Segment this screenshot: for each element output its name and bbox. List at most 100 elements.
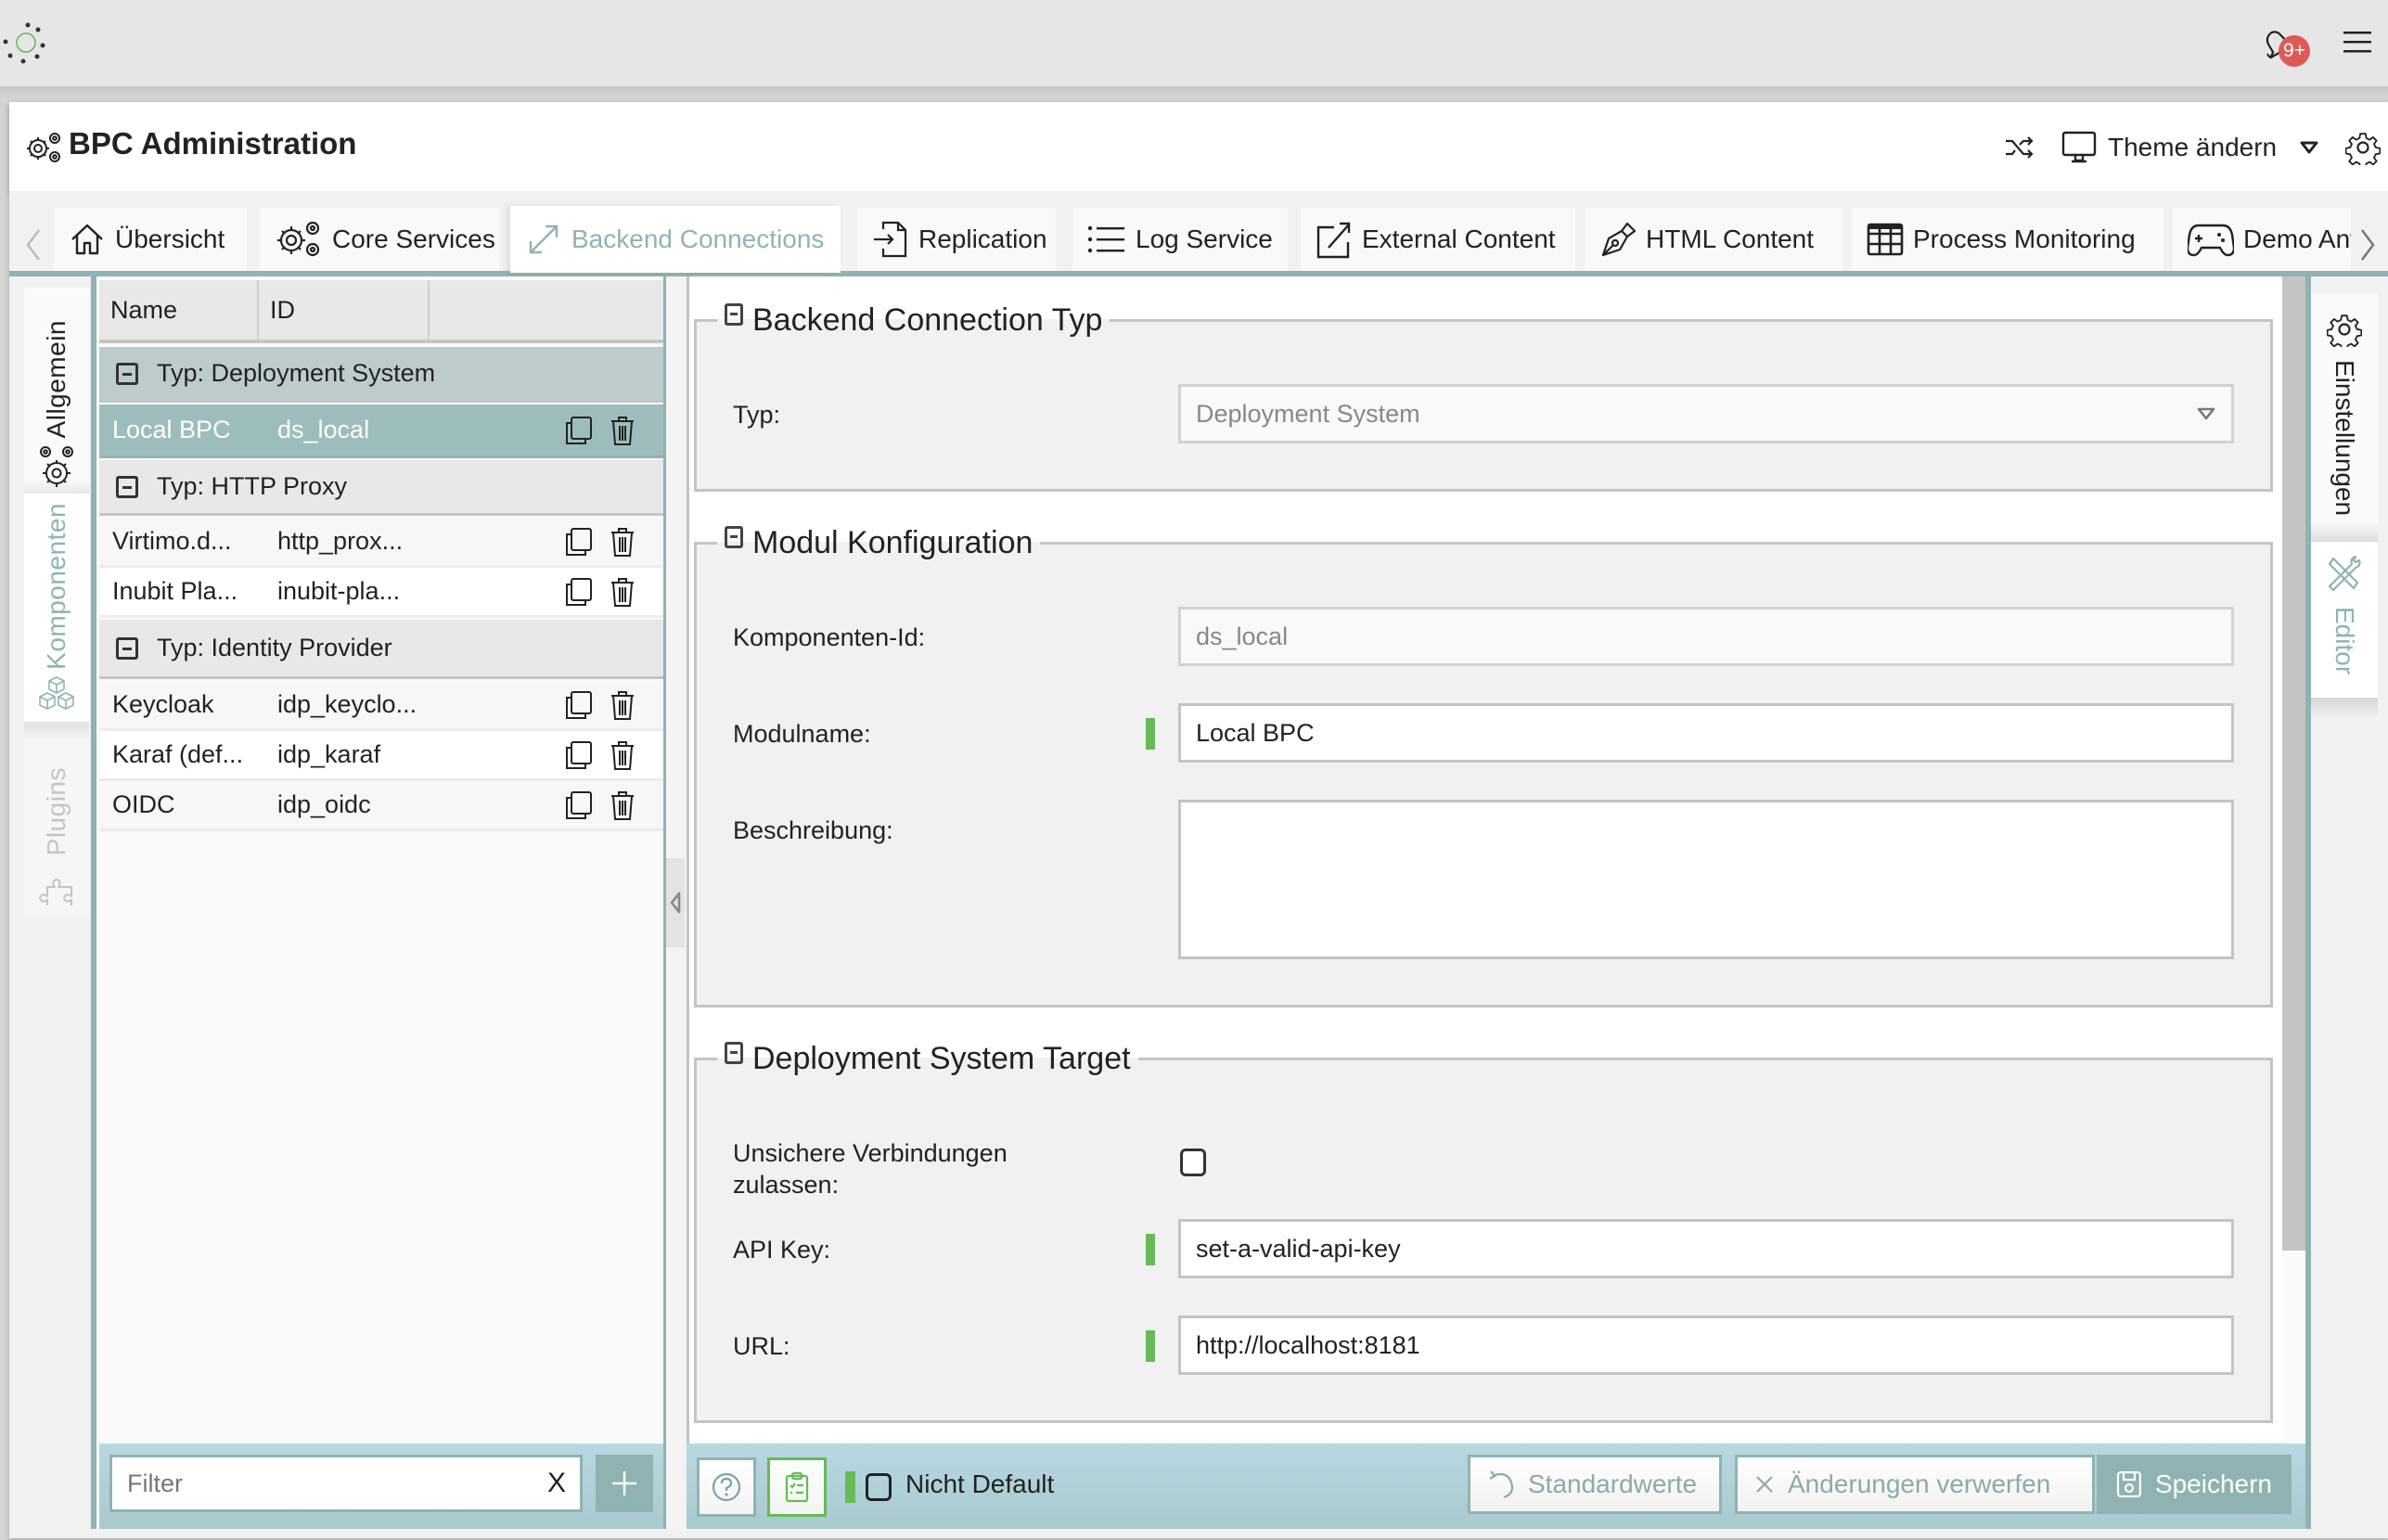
tab-uebersicht[interactable]: Übersicht bbox=[54, 208, 247, 271]
list-item[interactable]: Karaf (def... idp_karaf bbox=[99, 731, 663, 781]
top-bar bbox=[0, 0, 2388, 86]
shuffle-button[interactable] bbox=[2004, 132, 2035, 163]
group-row-http-proxy[interactable]: Typ: HTTP Proxy bbox=[99, 460, 663, 516]
komponenten-id-field[interactable] bbox=[1178, 607, 2234, 666]
validation-button[interactable] bbox=[767, 1457, 827, 1517]
group-row-identity-provider[interactable]: Typ: Identity Provider bbox=[99, 620, 663, 679]
url-field[interactable] bbox=[1178, 1315, 2234, 1375]
trash-icon[interactable] bbox=[610, 690, 636, 720]
trash-icon[interactable] bbox=[610, 527, 636, 557]
column-header-id[interactable]: ID bbox=[259, 280, 430, 340]
tab-scroll-left-button[interactable] bbox=[22, 226, 45, 263]
nicht-default-label: Nicht Default bbox=[905, 1469, 1055, 1498]
list-item[interactable]: Keycloak idp_keyclo... bbox=[99, 681, 663, 731]
collapse-icon[interactable] bbox=[725, 302, 743, 326]
discard-changes-button[interactable]: Änderungen verwerfen bbox=[1735, 1455, 2095, 1514]
add-component-button[interactable] bbox=[596, 1455, 653, 1512]
tab-scroll-right-button[interactable] bbox=[2356, 226, 2379, 263]
column-header-name[interactable]: Name bbox=[99, 280, 259, 340]
sidebar-tab-allgemein[interactable]: Allgemein bbox=[24, 288, 89, 501]
collapse-icon[interactable] bbox=[116, 475, 138, 498]
tab-backend-connections[interactable]: Backend Connections bbox=[510, 206, 841, 273]
collapse-icon[interactable] bbox=[116, 636, 138, 660]
chevron-left-icon bbox=[26, 229, 40, 261]
collapse-icon[interactable] bbox=[725, 1041, 743, 1064]
sidebar-tab-einstellungen[interactable]: Einstellungen bbox=[2311, 293, 2378, 542]
trash-icon[interactable] bbox=[610, 790, 636, 820]
typ-label: Typ: bbox=[733, 401, 781, 429]
unsichere-verbindungen-checkbox[interactable] bbox=[1180, 1149, 1206, 1176]
save-button[interactable]: Speichern bbox=[2097, 1455, 2292, 1514]
sidebar-tab-komponenten[interactable]: Komponenten bbox=[24, 494, 89, 725]
tools-icon bbox=[2328, 555, 2361, 592]
api-key-label: API Key: bbox=[733, 1236, 831, 1264]
trash-icon[interactable] bbox=[610, 416, 636, 445]
top-bar-shadow bbox=[0, 86, 2388, 101]
copy-icon[interactable] bbox=[565, 790, 593, 820]
typ-select[interactable]: Deployment System bbox=[1178, 384, 2234, 443]
gear-icon bbox=[2345, 133, 2381, 165]
collapse-icon[interactable] bbox=[116, 362, 138, 385]
list-item[interactable]: Virtimo.d... http_prox... bbox=[99, 518, 663, 568]
trash-icon[interactable] bbox=[610, 740, 636, 770]
api-key-field[interactable] bbox=[1178, 1219, 2234, 1278]
tab-replication[interactable]: Replication bbox=[857, 208, 1056, 271]
filter-field[interactable]: X bbox=[109, 1455, 583, 1512]
clear-filter-button[interactable]: X bbox=[543, 1468, 571, 1499]
tab-demo-anwendung[interactable]: Demo Anw bbox=[2173, 208, 2351, 271]
tab-log-service[interactable]: Log Service bbox=[1072, 208, 1288, 271]
scrollbar-thumb[interactable] bbox=[2282, 276, 2305, 1251]
item-name: Karaf (def... bbox=[112, 740, 244, 768]
tab-label: Log Service bbox=[1136, 225, 1273, 253]
copy-icon[interactable] bbox=[565, 577, 593, 607]
list-item[interactable]: Inubit Pla... inubit-pla... bbox=[99, 568, 663, 618]
button-label: Standardwerte bbox=[1528, 1469, 1698, 1498]
page-title: BPC Administration bbox=[69, 126, 357, 160]
copy-icon[interactable] bbox=[565, 527, 593, 557]
section-header[interactable]: Modul Konfiguration bbox=[717, 525, 1041, 561]
item-id: idp_karaf bbox=[277, 740, 381, 768]
trash-icon[interactable] bbox=[610, 577, 636, 607]
sidebar-tab-editor[interactable]: Editor bbox=[2311, 542, 2378, 698]
section-header[interactable]: Backend Connection Typ bbox=[717, 302, 1111, 339]
sidebar-tab-label: Allgemein bbox=[42, 319, 71, 438]
item-id: http_prox... bbox=[277, 527, 404, 555]
triangle-left-icon bbox=[670, 892, 681, 914]
nicht-default-checkbox[interactable] bbox=[866, 1473, 892, 1501]
beschreibung-field[interactable] bbox=[1178, 800, 2234, 959]
hamburger-menu-button[interactable] bbox=[2342, 28, 2373, 56]
copy-icon[interactable] bbox=[565, 690, 593, 720]
required-marker bbox=[1146, 718, 1155, 750]
notifications-button[interactable]: 9+ bbox=[2258, 26, 2310, 71]
list-item[interactable]: OIDC idp_oidc bbox=[99, 781, 663, 831]
plus-icon bbox=[612, 1471, 636, 1495]
filter-input[interactable] bbox=[127, 1469, 543, 1498]
section-header[interactable]: Deployment System Target bbox=[717, 1041, 1138, 1077]
beschreibung-label: Beschreibung: bbox=[733, 816, 893, 844]
modulname-field[interactable] bbox=[1178, 703, 2234, 763]
external-link-icon bbox=[1316, 222, 1351, 259]
theme-label: Theme ändern bbox=[2108, 133, 2278, 161]
copy-icon[interactable] bbox=[565, 740, 593, 770]
item-id: inubit-pla... bbox=[277, 577, 401, 605]
copy-icon[interactable] bbox=[565, 416, 593, 445]
help-button[interactable] bbox=[697, 1457, 756, 1517]
settings-button[interactable] bbox=[2345, 130, 2381, 165]
section-title: Backend Connection Typ bbox=[752, 302, 1103, 338]
save-icon bbox=[2116, 1470, 2142, 1498]
sidebar-tab-plugins[interactable]: Plugins bbox=[24, 722, 89, 917]
list-item[interactable]: Local BPC ds_local bbox=[99, 404, 663, 458]
undo-icon bbox=[1489, 1470, 1514, 1499]
clipboard-check-icon bbox=[785, 1471, 809, 1503]
tab-process-monitoring[interactable]: Process Monitoring bbox=[1852, 208, 2163, 271]
tab-external-content[interactable]: External Content bbox=[1301, 208, 1575, 271]
spinner-logo-icon[interactable] bbox=[0, 15, 56, 71]
theme-dropdown[interactable]: Theme ändern bbox=[2061, 126, 2319, 169]
tab-core-services[interactable]: Core Services bbox=[260, 208, 499, 271]
tab-html-content[interactable]: HTML Content bbox=[1585, 208, 1842, 271]
collapse-panel-button[interactable] bbox=[666, 858, 685, 947]
group-row-deployment-system[interactable]: Typ: Deployment System bbox=[99, 347, 663, 403]
collapse-icon[interactable] bbox=[725, 525, 743, 548]
reset-defaults-button[interactable]: Standardwerte bbox=[1468, 1455, 1722, 1514]
caret-down-icon bbox=[2197, 407, 2215, 420]
